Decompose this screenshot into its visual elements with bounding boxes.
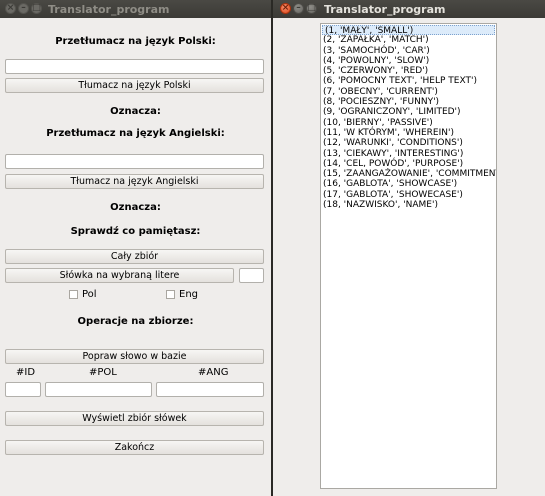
word-listbox[interactable]: (1, 'MAŁY', 'SMALL') (2, 'ZAPAŁKA', 'MAT… <box>320 23 497 489</box>
letter-words-button[interactable]: Słówka na wybraną litere <box>5 268 234 283</box>
pol-checkbox-label: Pol <box>82 289 97 300</box>
polish-heading: Przetłumacz na język Polski: <box>55 36 216 47</box>
id-input[interactable] <box>5 382 41 397</box>
check-heading: Sprawdź co pamiętasz: <box>70 226 201 237</box>
main-window-titlebar[interactable]: × – □ Translator_program <box>0 0 271 18</box>
list-item[interactable]: (6, 'POMOCNY TEXT', 'HELP TEXT') <box>321 76 496 86</box>
letter-input[interactable] <box>239 268 264 283</box>
eng-checkbox-label: Eng <box>179 289 199 300</box>
list-item[interactable]: (4, 'POWOLNY', 'SLOW') <box>321 56 496 66</box>
minimize-button[interactable]: – <box>18 3 29 14</box>
id-column-label: #ID <box>16 367 36 378</box>
main-window: × – □ Translator_program Przetłumacz na … <box>0 0 271 496</box>
close-icon: × <box>281 3 290 13</box>
list-item[interactable]: (8, 'POCIESZNY', 'FUNNY') <box>321 97 496 107</box>
list-item[interactable]: (3, 'SAMOCHÓD', 'CAR') <box>321 46 496 56</box>
list-window-titlebar[interactable]: × – □ Translator_program <box>273 0 545 18</box>
pol-input[interactable] <box>45 382 152 397</box>
list-item[interactable]: (16, 'GABLOTA', 'SHOWCASE') <box>321 179 496 189</box>
translate-to-english-button[interactable]: Tłumacz na język Angielski <box>5 174 264 189</box>
window-title: Translator_program <box>324 3 446 16</box>
operations-heading: Operacje na zbiorze: <box>77 316 194 327</box>
fix-word-button[interactable]: Popraw słowo w bazie <box>5 349 264 364</box>
pol-checkbox-box[interactable] <box>69 290 78 299</box>
list-item[interactable]: (10, 'BIERNY', 'PASSIVE') <box>321 118 496 128</box>
list-window: × – □ Translator_program (1, 'MAŁY', 'SM… <box>273 0 545 496</box>
maximize-icon: □ <box>32 3 41 13</box>
polish-input[interactable] <box>5 59 264 74</box>
maximize-icon: □ <box>307 3 316 13</box>
list-item[interactable]: (1, 'MAŁY', 'SMALL') <box>322 25 495 36</box>
close-button[interactable]: × <box>280 3 291 14</box>
list-item[interactable]: (2, 'ZAPAŁKA', 'MATCH') <box>321 35 496 45</box>
minimize-icon: – <box>296 3 301 13</box>
english-input[interactable] <box>5 154 264 169</box>
list-item[interactable]: (18, 'NAZWISKO', 'NAME') <box>321 200 496 210</box>
polish-result-label: Oznacza: <box>110 106 161 117</box>
english-result-label: Oznacza: <box>110 202 161 213</box>
list-item[interactable]: (7, 'OBECNY', 'CURRENT') <box>321 87 496 97</box>
eng-checkbox[interactable]: Eng <box>166 289 198 300</box>
pol-checkbox[interactable]: Pol <box>69 289 97 300</box>
close-icon: × <box>6 3 15 13</box>
pol-column-label: #POL <box>89 367 117 378</box>
quit-button[interactable]: Zakończ <box>5 440 264 455</box>
list-item[interactable]: (12, 'WARUNKI', 'CONDITIONS') <box>321 138 496 148</box>
list-item[interactable]: (15, 'ZAANGAŻOWANIE', 'COMMITMENT') <box>321 169 496 179</box>
maximize-button[interactable]: □ <box>31 3 42 14</box>
show-set-button[interactable]: Wyświetl zbiór słówek <box>5 411 264 426</box>
close-button[interactable]: × <box>5 3 16 14</box>
window-title: Translator_program <box>48 3 170 16</box>
list-item[interactable]: (13, 'CIEKAWY', 'INTERESTING') <box>321 149 496 159</box>
whole-set-button[interactable]: Cały zbiór <box>5 249 264 264</box>
ang-input[interactable] <box>156 382 264 397</box>
english-heading: Przetłumacz na język Angielski: <box>46 128 225 139</box>
list-item[interactable]: (14, 'CEL, POWÓD', 'PURPOSE') <box>321 159 496 169</box>
list-item[interactable]: (11, 'W KTÓRYM', 'WHEREIN') <box>321 128 496 138</box>
minimize-icon: – <box>21 3 26 13</box>
list-item[interactable]: (17, 'GABLOTA', 'SHOWECASE') <box>321 190 496 200</box>
list-item[interactable]: (9, 'OGRANICZONY', 'LIMITED') <box>321 107 496 117</box>
ang-column-label: #ANG <box>198 367 229 378</box>
eng-checkbox-box[interactable] <box>166 290 175 299</box>
maximize-button[interactable]: □ <box>306 3 317 14</box>
minimize-button[interactable]: – <box>293 3 304 14</box>
translate-to-polish-button[interactable]: Tłumacz na język Polski <box>5 78 264 93</box>
list-item[interactable]: (5, 'CZERWONY', 'RED') <box>321 66 496 76</box>
